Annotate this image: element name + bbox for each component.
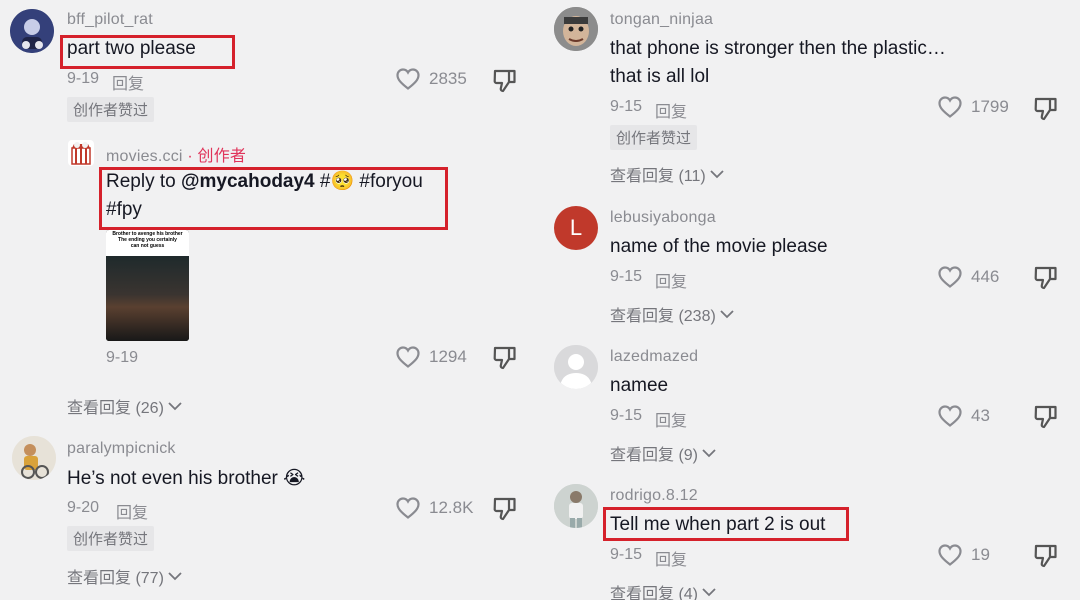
highlight-box <box>603 507 849 541</box>
heart-icon <box>938 266 962 288</box>
avatar[interactable] <box>68 140 94 166</box>
view-replies-button[interactable]: 查看回复 (77) <box>67 564 182 588</box>
like-count: 446 <box>971 267 1000 286</box>
highlight-box <box>99 167 448 230</box>
like-button[interactable]: 1799 <box>937 95 1009 119</box>
like-button[interactable]: 1294 <box>395 345 467 369</box>
chevron-down-icon <box>702 449 716 458</box>
heart-icon <box>938 544 962 566</box>
creator-tag: 创作者 <box>197 148 247 165</box>
username[interactable]: rodrigo.8.12 <box>610 487 698 505</box>
reply-button[interactable]: 回复 <box>655 407 687 431</box>
heart-icon <box>396 497 420 519</box>
comment-date: 9-19 <box>67 70 100 87</box>
creator-username[interactable]: movies.cci <box>106 148 183 165</box>
view-replies-button[interactable]: 查看回复 (11) <box>610 162 724 186</box>
comment-text: namee <box>610 375 669 396</box>
creator-liked-badge: 创作者赞过 <box>610 125 698 150</box>
avatar[interactable] <box>554 345 598 389</box>
avatar[interactable] <box>10 9 54 53</box>
view-replies-button[interactable]: 查看回复 (238) <box>610 302 734 326</box>
like-count: 12.8K <box>429 498 474 517</box>
comment-text: name of the movie please <box>610 236 828 257</box>
username[interactable]: lazedmazed <box>610 348 698 366</box>
username[interactable]: tongan_ninjaa <box>610 11 713 29</box>
chevron-down-icon <box>168 402 182 411</box>
view-replies-button[interactable]: 查看回复 (4) <box>610 580 716 600</box>
comment-text: that phone is stronger then the plastic…… <box>610 38 946 87</box>
comment-date: 9-19 <box>106 349 139 366</box>
like-button[interactable]: 43 <box>937 404 990 428</box>
like-button[interactable]: 2835 <box>395 67 467 91</box>
like-count: 2835 <box>429 69 467 88</box>
comment-date: 9-15 <box>610 407 643 424</box>
username[interactable]: movies.cci · 创作者 <box>106 142 246 166</box>
chevron-down-icon <box>702 588 716 597</box>
reply-button[interactable]: 回复 <box>116 499 148 523</box>
avatar[interactable] <box>554 7 598 51</box>
like-count: 43 <box>971 406 990 425</box>
like-button[interactable]: 12.8K <box>395 496 473 520</box>
chevron-down-icon <box>710 170 724 179</box>
heart-icon <box>396 68 420 90</box>
username[interactable]: bff_pilot_rat <box>67 11 153 29</box>
comment-date: 9-15 <box>610 98 643 115</box>
highlight-box <box>60 35 235 69</box>
heart-icon <box>938 405 962 427</box>
creator-liked-badge: 创作者赞过 <box>67 97 155 122</box>
avatar-letter: L <box>569 215 583 240</box>
thumbs-down-icon[interactable] <box>1033 96 1059 122</box>
thumbs-down-icon[interactable] <box>1033 404 1059 430</box>
username[interactable]: paralympicnick <box>67 440 176 458</box>
reply-button[interactable]: 回复 <box>655 268 687 292</box>
reply-button[interactable]: 回复 <box>655 98 687 122</box>
heart-icon <box>938 96 962 118</box>
like-count: 1799 <box>971 97 1009 116</box>
thumbs-down-icon[interactable] <box>492 68 518 94</box>
thumbs-down-icon[interactable] <box>1033 265 1059 291</box>
avatar[interactable] <box>554 484 598 528</box>
avatar[interactable] <box>12 436 56 480</box>
reply-button[interactable]: 回复 <box>112 70 144 94</box>
reply-button[interactable]: 回复 <box>655 546 687 570</box>
video-thumbnail[interactable]: Brother to avenge his brother The ending … <box>106 230 189 341</box>
heart-icon <box>396 346 420 368</box>
like-button[interactable]: 446 <box>937 265 999 289</box>
comment-date: 9-20 <box>67 499 100 516</box>
creator-liked-badge: 创作者赞过 <box>67 526 155 551</box>
chevron-down-icon <box>720 310 734 319</box>
like-count: 19 <box>971 545 990 564</box>
view-replies-button[interactable]: 查看回复 (26) <box>67 394 182 418</box>
username[interactable]: lebusiyabonga <box>610 209 716 227</box>
thumbs-down-icon[interactable] <box>1033 543 1059 569</box>
thumbs-down-icon[interactable] <box>492 345 518 371</box>
chevron-down-icon <box>168 572 182 581</box>
comment-date: 9-15 <box>610 268 643 285</box>
view-replies-button[interactable]: 查看回复 (9) <box>610 441 716 465</box>
like-count: 1294 <box>429 347 467 366</box>
avatar[interactable]: L <box>554 206 598 250</box>
like-button[interactable]: 19 <box>937 543 990 567</box>
thumbs-down-icon[interactable] <box>492 496 518 522</box>
comment-text: He’s not even his brother 😭 <box>67 468 306 489</box>
comment-date: 9-15 <box>610 546 643 563</box>
